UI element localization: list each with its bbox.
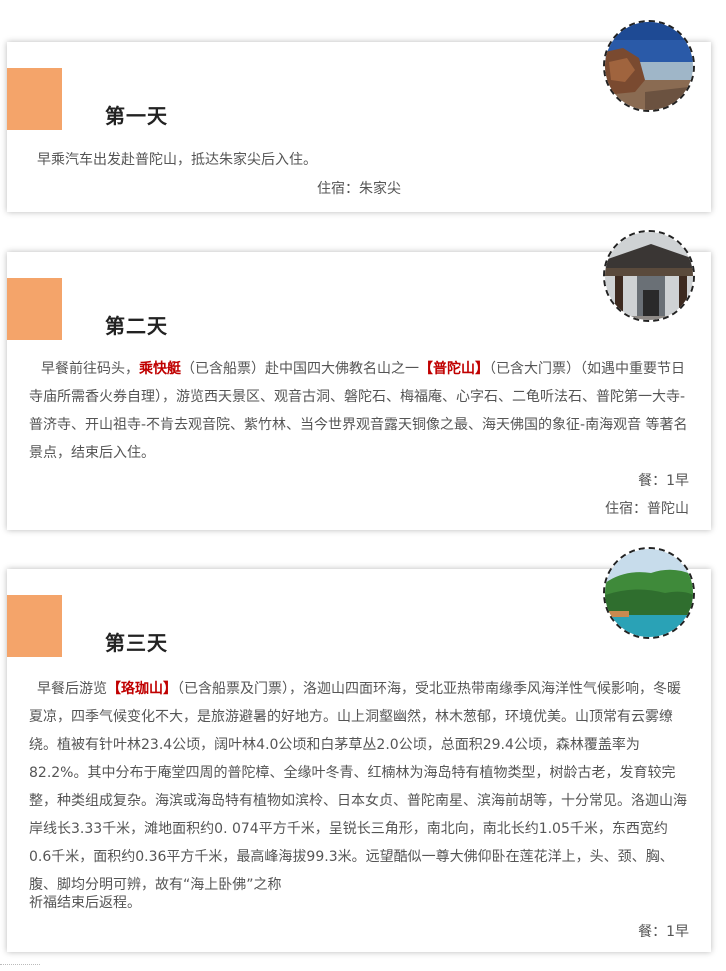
day-title: 第一天 [105, 104, 168, 128]
day-accent-block [7, 68, 62, 130]
highlight-luojiashan: 【珞珈山】 [107, 681, 177, 697]
lodging-info: 住宿：朱家尖 [317, 181, 401, 197]
temple-gate-photo [603, 230, 695, 322]
day-card-3: 第三天 早餐后游览【珞珈山】（已含船票及门票），洛迦山四面环海，受北亚热带南缘季… [7, 569, 711, 952]
day-accent-block [7, 595, 62, 657]
return-note: 祈福结束后返程。 [29, 895, 141, 911]
day-description: 早餐前往码头，乘快艇（已含船票）赴中国四大佛教名山之一【普陀山】（已含大门票）（… [29, 361, 688, 461]
meals-info: 餐：1早 [638, 924, 689, 940]
day-description: 早餐后游览【珞珈山】（已含船票及门票），洛迦山四面环海，受北亚热带南缘季风海洋性… [29, 681, 687, 893]
meals-info: 餐：1早 [638, 473, 689, 489]
highlight-putuoshan: 【普陀山】 [419, 361, 489, 377]
highlight-speedboat: 乘快艇 [139, 361, 181, 377]
day-title: 第二天 [105, 314, 168, 338]
rocky-coast-photo [603, 20, 695, 112]
day-title: 第三天 [105, 631, 168, 655]
lodging-info: 住宿：普陀山 [605, 501, 689, 517]
day-card-2: 第二天 早餐前往码头，乘快艇（已含船票）赴中国四大佛教名山之一【普陀山】（已含大… [7, 252, 711, 530]
green-island-photo [603, 547, 695, 639]
footer-divider [0, 964, 40, 965]
day-description: 早乘汽车出发赴普陀山，抵达朱家尖后入住。 [37, 152, 317, 168]
day-accent-block [7, 278, 62, 340]
